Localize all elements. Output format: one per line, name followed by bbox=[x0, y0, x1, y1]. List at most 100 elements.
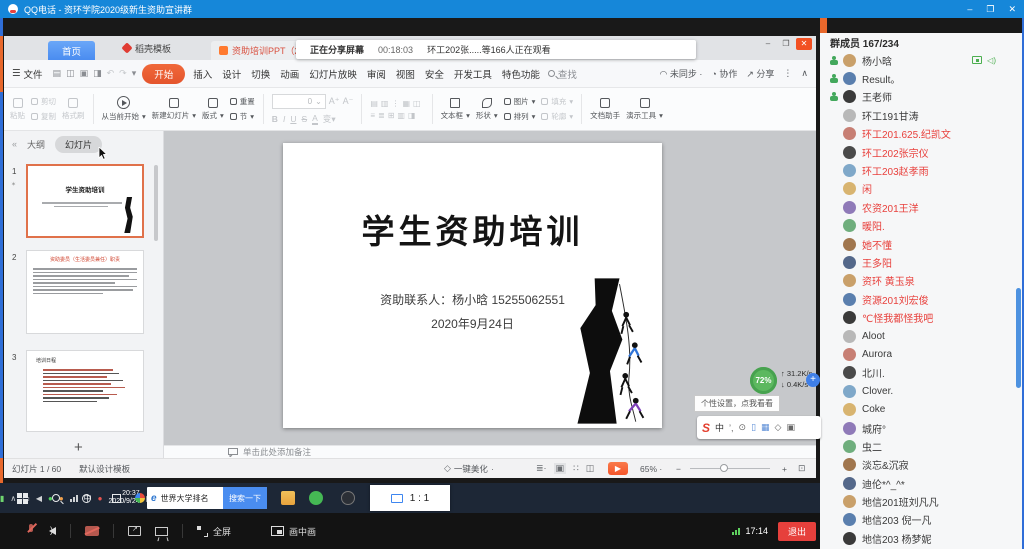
slide-thumbnail-2[interactable]: 资助委员（生活委员兼任）职责 bbox=[26, 250, 144, 334]
design-template-label[interactable]: 默认设计模板 bbox=[79, 463, 130, 475]
shapes-button[interactable]: 形状▾ bbox=[476, 91, 498, 127]
quick-add-button[interactable]: + bbox=[806, 373, 820, 387]
menu-item[interactable]: 特色功能 bbox=[500, 65, 542, 83]
menu-item[interactable]: 切换 bbox=[249, 65, 272, 83]
doc-assistant-button[interactable]: 文档助手 bbox=[590, 91, 620, 127]
menu-item[interactable]: 设计 bbox=[220, 65, 243, 83]
toolbox-icon[interactable]: ▣ bbox=[786, 422, 795, 433]
print-icon[interactable]: ▣ bbox=[80, 68, 89, 79]
menu-item[interactable]: 插入 bbox=[191, 65, 214, 83]
optimizer-ball[interactable]: 72% bbox=[750, 367, 777, 394]
exit-call-button[interactable]: 退出 bbox=[778, 522, 816, 541]
member-row[interactable]: 环工191甘涛 ◁) bbox=[820, 106, 1024, 124]
shrink-font-button[interactable]: A⁻ bbox=[343, 96, 354, 107]
align-icons[interactable]: ≡≣⊞▥◨ bbox=[370, 111, 423, 120]
pinned-app-icon[interactable] bbox=[278, 483, 298, 513]
member-row[interactable]: 虫二 ◁) bbox=[820, 437, 1024, 455]
member-row[interactable]: Clover. ◁) bbox=[820, 382, 1024, 400]
zoom-slider-knob[interactable] bbox=[720, 464, 728, 472]
pinned-app-icon[interactable] bbox=[338, 483, 358, 513]
normal-view-icon[interactable]: ▣ bbox=[554, 463, 567, 474]
wps-restore-button[interactable]: ❐ bbox=[778, 38, 794, 50]
slides-tab[interactable]: 幻灯片 bbox=[55, 136, 102, 153]
cortana-icon[interactable] bbox=[74, 483, 98, 513]
member-row[interactable]: 资环 黄玉泉 ◁) bbox=[820, 272, 1024, 290]
whiteboard-icon[interactable] bbox=[155, 527, 168, 536]
camera-muted-icon[interactable] bbox=[85, 526, 99, 536]
customize-caret-icon[interactable]: ▾ bbox=[132, 68, 137, 79]
strike-button[interactable]: S bbox=[301, 114, 307, 124]
grow-font-button[interactable]: A⁺ bbox=[329, 96, 340, 107]
share-button[interactable]: ↗ 分享 bbox=[746, 67, 774, 80]
preview-icon[interactable]: ◨ bbox=[93, 68, 102, 79]
tab-docer[interactable]: 稻壳模板 bbox=[123, 42, 171, 55]
member-row[interactable]: Result。 ◁) bbox=[820, 69, 1024, 87]
sync-status[interactable]: ◠ 未同步 · bbox=[660, 67, 703, 80]
collaborate-button[interactable]: ◔ 协作 bbox=[711, 67, 737, 80]
zoom-level[interactable]: 65% · bbox=[640, 464, 662, 474]
save-icon[interactable]: ▤ bbox=[53, 68, 62, 79]
collapse-panel-icon[interactable]: « bbox=[12, 139, 17, 149]
member-row[interactable]: 地信203 杨梦妮 ◁) bbox=[820, 529, 1024, 547]
fullscreen-button[interactable]: 全屏 bbox=[197, 525, 231, 538]
member-row[interactable]: ℃怪我都怪我吧 ◁) bbox=[820, 308, 1024, 326]
search-go-button[interactable]: 搜索一下 bbox=[223, 487, 267, 509]
new-slide-button[interactable]: 新建幻灯片▾ bbox=[152, 91, 196, 127]
emoji-icon[interactable]: ⊙ bbox=[739, 422, 747, 433]
member-row[interactable]: 北川. ◁) bbox=[820, 364, 1024, 382]
reading-view-icon[interactable]: ◫ bbox=[586, 463, 595, 474]
menu-item[interactable]: 动画 bbox=[278, 65, 301, 83]
section-button[interactable]: 节▾ bbox=[230, 111, 255, 122]
tab-home[interactable]: 首页 bbox=[48, 41, 95, 60]
paste-button[interactable]: 粘贴 bbox=[10, 91, 25, 127]
share-screen-icon[interactable] bbox=[128, 526, 141, 536]
usb-tray-icon[interactable]: ▮ bbox=[0, 494, 4, 503]
slide-thumbnail-3[interactable]: 培训日程 bbox=[26, 350, 144, 432]
notes-bar[interactable]: 单击此处添加备注 bbox=[164, 445, 816, 458]
format-painter-button[interactable]: 格式刷 bbox=[62, 91, 85, 127]
slideshow-play-button[interactable]: ▶ bbox=[608, 462, 628, 475]
taskbar-search-box[interactable]: e 世界大学排名 搜索一下 bbox=[147, 487, 267, 509]
wps-close-button[interactable]: ✕ bbox=[796, 38, 812, 50]
font-color-button[interactable]: A bbox=[312, 113, 318, 125]
outline-button[interactable]: 轮廓▾ bbox=[541, 111, 573, 122]
member-row[interactable]: 环工201.625.纪凯文 ◁) bbox=[820, 125, 1024, 143]
speaker-icon[interactable] bbox=[49, 527, 56, 535]
member-row[interactable]: 暖阳. ◁) bbox=[820, 217, 1024, 235]
minimize-button[interactable]: – bbox=[967, 4, 972, 15]
pip-button[interactable]: 画中画 bbox=[271, 525, 316, 538]
member-row[interactable]: Aurora ◁) bbox=[820, 345, 1024, 363]
punctuation-icon[interactable]: ’, bbox=[729, 423, 734, 433]
file-menu[interactable]: ☰ 文件 bbox=[12, 67, 43, 81]
font-size-input[interactable]: 0 ⌄ bbox=[272, 94, 326, 109]
member-row[interactable]: 资源201刘宏俊 ◁) bbox=[820, 290, 1024, 308]
skin-icon[interactable]: ◇ bbox=[775, 422, 782, 433]
bullet-list-icons[interactable]: ▤▥⋮▦◫ bbox=[370, 99, 423, 108]
menu-item[interactable]: 开发工具 bbox=[452, 65, 494, 83]
close-button[interactable]: ✕ bbox=[1008, 4, 1016, 15]
sogou-logo-icon[interactable]: S bbox=[702, 421, 710, 435]
outline-tab[interactable]: 大纲 bbox=[27, 138, 45, 151]
member-row[interactable]: 城府° ◁) bbox=[820, 419, 1024, 437]
collapse-ribbon-icon[interactable]: ∧ bbox=[801, 68, 808, 79]
text-effect-button[interactable]: 变▾ bbox=[323, 113, 336, 125]
member-row[interactable]: 王多阳 ◁) bbox=[820, 253, 1024, 271]
member-row[interactable]: 农资201王洋 ◁) bbox=[820, 198, 1024, 216]
restore-button[interactable]: ❐ bbox=[986, 4, 994, 15]
member-row[interactable]: 王老师 ◁) bbox=[820, 88, 1024, 106]
italic-button[interactable]: I bbox=[283, 114, 285, 124]
menu-item[interactable]: 幻灯片放映 bbox=[307, 65, 359, 83]
pinned-app-icon[interactable] bbox=[306, 483, 326, 513]
microphone-muted-icon[interactable] bbox=[26, 524, 35, 538]
menu-item[interactable]: 开始 bbox=[142, 64, 185, 84]
start-button[interactable] bbox=[8, 483, 36, 513]
menu-item[interactable]: 安全 bbox=[423, 65, 446, 83]
zoom-slider[interactable] bbox=[690, 468, 770, 469]
member-row[interactable]: 闲 ◁) bbox=[820, 180, 1024, 198]
member-row[interactable]: 杨小晗 ◁) bbox=[820, 51, 1024, 69]
reset-button[interactable]: 重置 bbox=[230, 96, 255, 107]
layout-button[interactable]: 版式▾ bbox=[202, 91, 224, 127]
more-menu-icon[interactable]: ⋮ bbox=[783, 68, 792, 79]
taskbar-search-icon[interactable] bbox=[44, 483, 68, 513]
presenter-tools-button[interactable]: 演示工具▾ bbox=[626, 91, 663, 127]
